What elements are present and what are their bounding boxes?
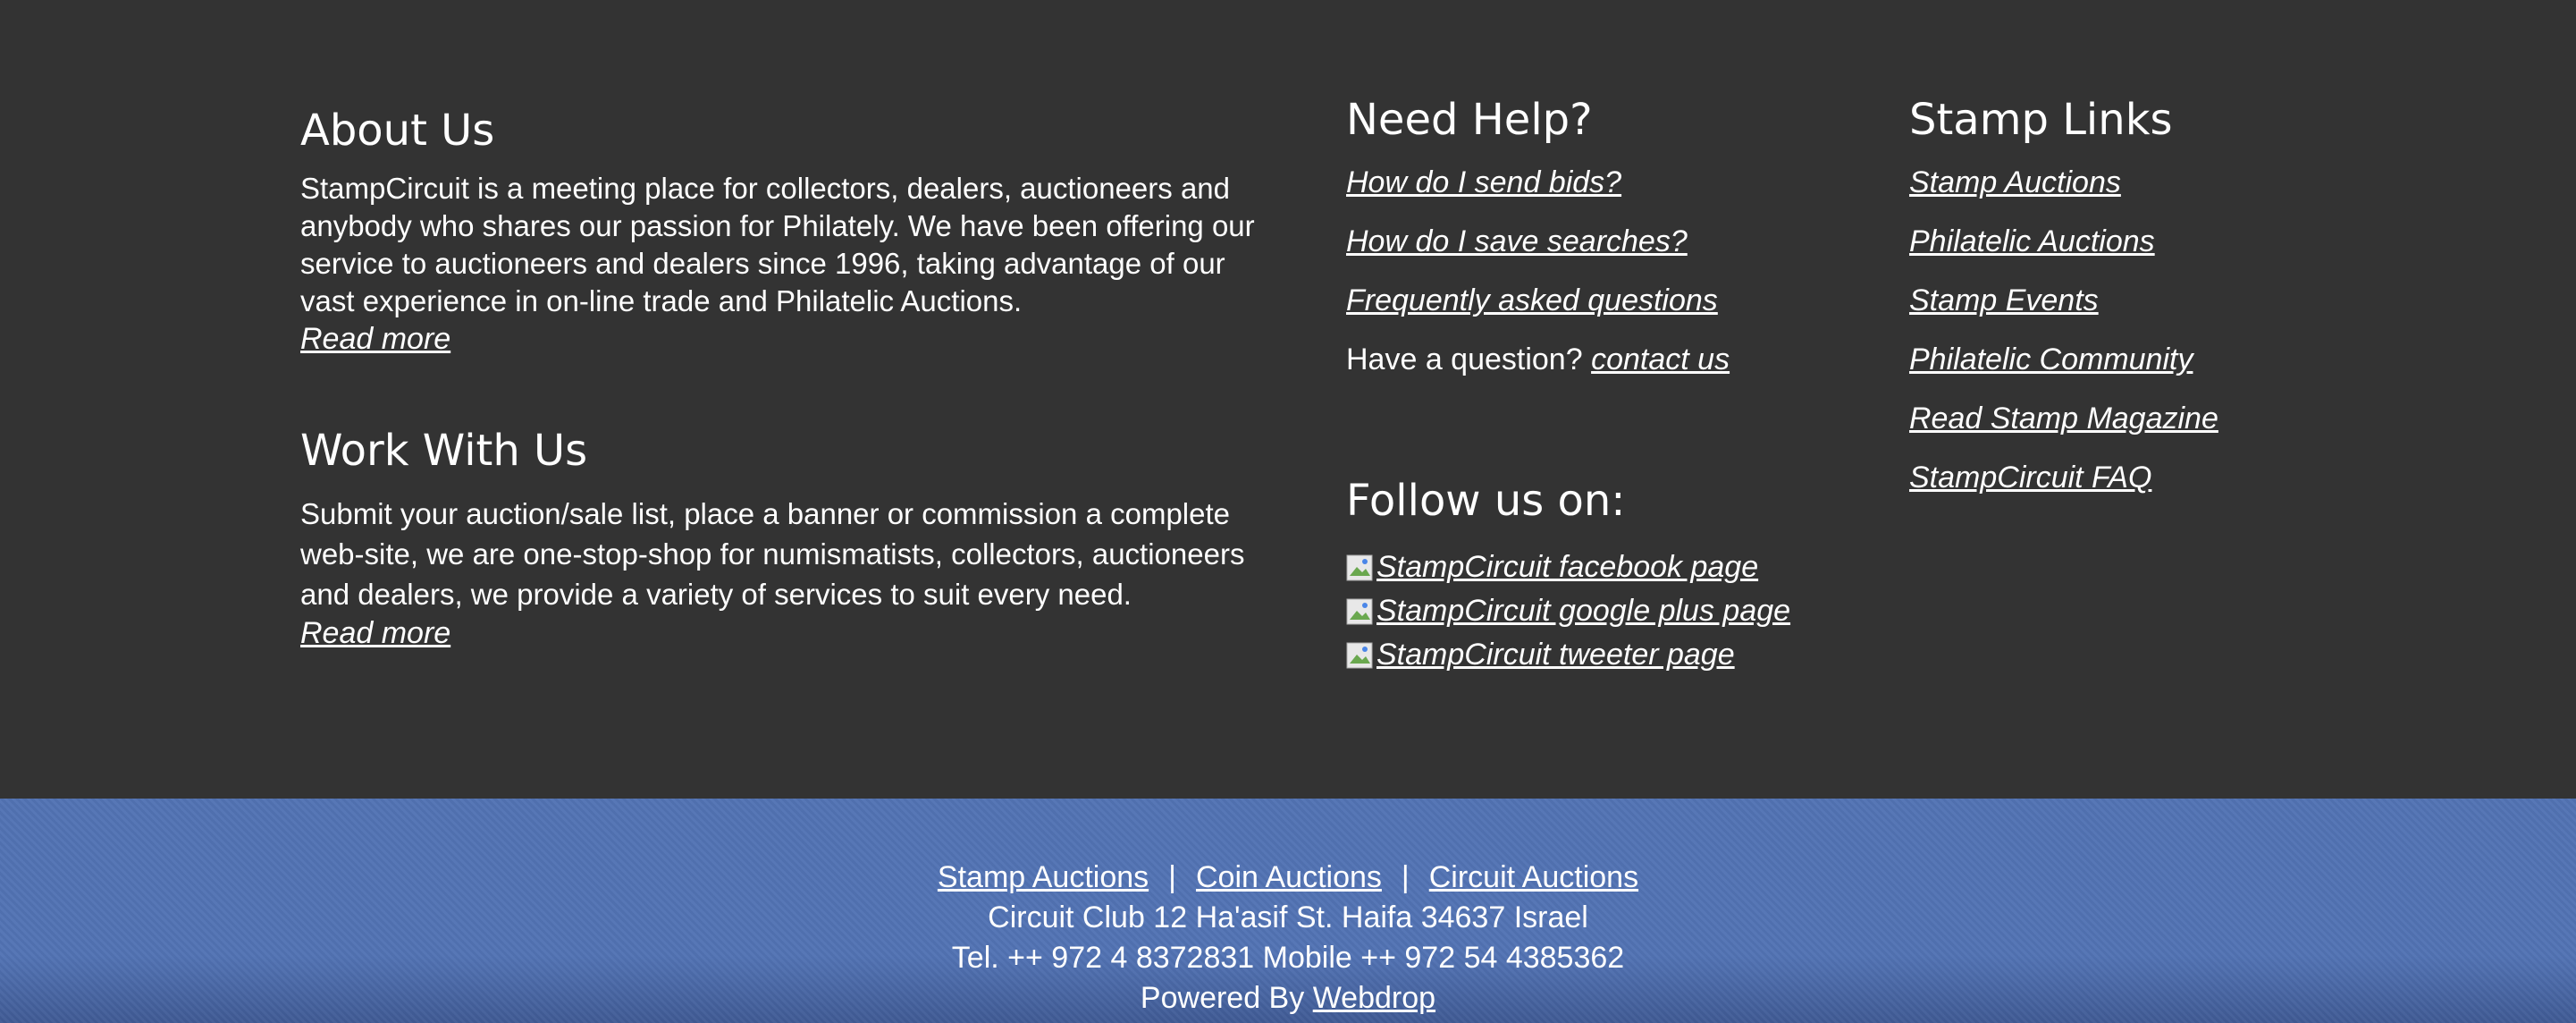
social-list-item: StampCircuit tweeter page [1346, 633, 1882, 677]
work-with-us-section: Work With Us Submit your auction/sale li… [300, 424, 1275, 652]
question-text: Have a question? [1346, 342, 1583, 376]
powered-by: Powered By Webdrop [0, 978, 2576, 1019]
nav-separator: | [1168, 860, 1176, 894]
stamp-links-title: Stamp Links [1909, 95, 2173, 145]
bottom-nav: Stamp Auctions | Coin Auctions | Circuit Auc… [0, 858, 2576, 898]
google-plus-page-link[interactable]: StampCircuit google plus page [1376, 589, 1790, 633]
address-text: Circuit Club 12 Ha'asif St. Haifa 34637 … [988, 900, 1588, 934]
about-text: StampCircuit is a meeting place for coll… [300, 172, 1255, 317]
nav-separator: | [1401, 860, 1410, 894]
stampcircuit-faq-link[interactable]: StampCircuit FAQ [1909, 461, 2151, 495]
broken-image-icon [1346, 554, 1373, 581]
work-title: Work With Us [300, 426, 588, 476]
footer-bottom-bar: Stamp Auctions | Coin Auctions | Circuit Auc… [0, 799, 2576, 1023]
webdrop-link[interactable]: Webdrop [1313, 981, 1435, 1015]
help-list-item: How do I send bids? [1346, 163, 1847, 202]
broken-image-icon [1346, 598, 1373, 625]
help-link-save-searches[interactable]: How do I save searches? [1346, 224, 1688, 258]
bottom-circuit-auctions-link[interactable]: Circuit Auctions [1429, 860, 1638, 894]
contact-us-link[interactable]: contact us [1591, 342, 1730, 376]
stamp-links-item: Stamp Auctions [1909, 163, 2410, 202]
follow-title: Follow us on: [1346, 476, 1626, 526]
stamp-events-link[interactable]: Stamp Events [1909, 283, 2099, 317]
social-links-list: StampCircuit facebook page StampCircuit … [1346, 545, 1882, 677]
phone-text: Tel. ++ 972 4 8372831 Mobile ++ 972 54 4… [951, 941, 1625, 975]
philatelic-auctions-link[interactable]: Philatelic Auctions [1909, 224, 2155, 258]
bottom-coin-auctions-link[interactable]: Coin Auctions [1196, 860, 1382, 894]
stamp-links-item: Philatelic Auctions [1909, 222, 2410, 261]
powered-by-text: Powered By [1140, 981, 1305, 1015]
stamp-links-list: Stamp Auctions Philatelic Auctions Stamp… [1909, 163, 2410, 497]
facebook-page-link[interactable]: StampCircuit facebook page [1376, 545, 1758, 589]
social-list-item: StampCircuit facebook page [1346, 545, 1882, 589]
help-list-item: Have a question? contact us [1346, 340, 1847, 379]
footer-top-section: About Us StampCircuit is a meeting place… [0, 0, 2576, 799]
about-title: About Us [300, 106, 495, 156]
help-list-item: Frequently asked questions [1346, 281, 1847, 320]
need-help-section: Need Help? How do I send bids? How do I … [1346, 93, 1847, 399]
social-list-item: StampCircuit google plus page [1346, 589, 1882, 633]
stamp-magazine-link[interactable]: Read Stamp Magazine [1909, 402, 2218, 435]
about-section: About Us StampCircuit is a meeting place… [300, 104, 1275, 358]
help-list-item: How do I save searches? [1346, 222, 1847, 261]
help-link-send-bids[interactable]: How do I send bids? [1346, 165, 1621, 199]
stamp-auctions-link[interactable]: Stamp Auctions [1909, 165, 2121, 199]
twitter-page-link[interactable]: StampCircuit tweeter page [1376, 633, 1735, 677]
help-link-faq[interactable]: Frequently asked questions [1346, 283, 1718, 317]
broken-image-icon [1346, 642, 1373, 669]
about-read-more-link[interactable]: Read more [300, 320, 1275, 358]
philatelic-community-link[interactable]: Philatelic Community [1909, 342, 2193, 376]
stamp-links-item: Philatelic Community [1909, 340, 2410, 379]
help-links-list: How do I send bids? How do I save search… [1346, 163, 1847, 379]
work-read-more-link[interactable]: Read more [300, 614, 1275, 652]
work-text: Submit your auction/sale list, place a b… [300, 497, 1245, 611]
footer-bottom-content: Stamp Auctions | Coin Auctions | Circuit Auc… [0, 858, 2576, 1019]
stamp-links-item: Stamp Events [1909, 281, 2410, 320]
bottom-stamp-auctions-link[interactable]: Stamp Auctions [938, 860, 1149, 894]
stamp-links-item: StampCircuit FAQ [1909, 458, 2410, 497]
stamp-links-item: Read Stamp Magazine [1909, 399, 2410, 438]
stamp-links-section: Stamp Links Stamp Auctions Philatelic Au… [1909, 93, 2410, 517]
follow-us-section: Follow us on: StampCircuit facebook page… [1346, 474, 1882, 677]
need-help-title: Need Help? [1346, 95, 1593, 145]
